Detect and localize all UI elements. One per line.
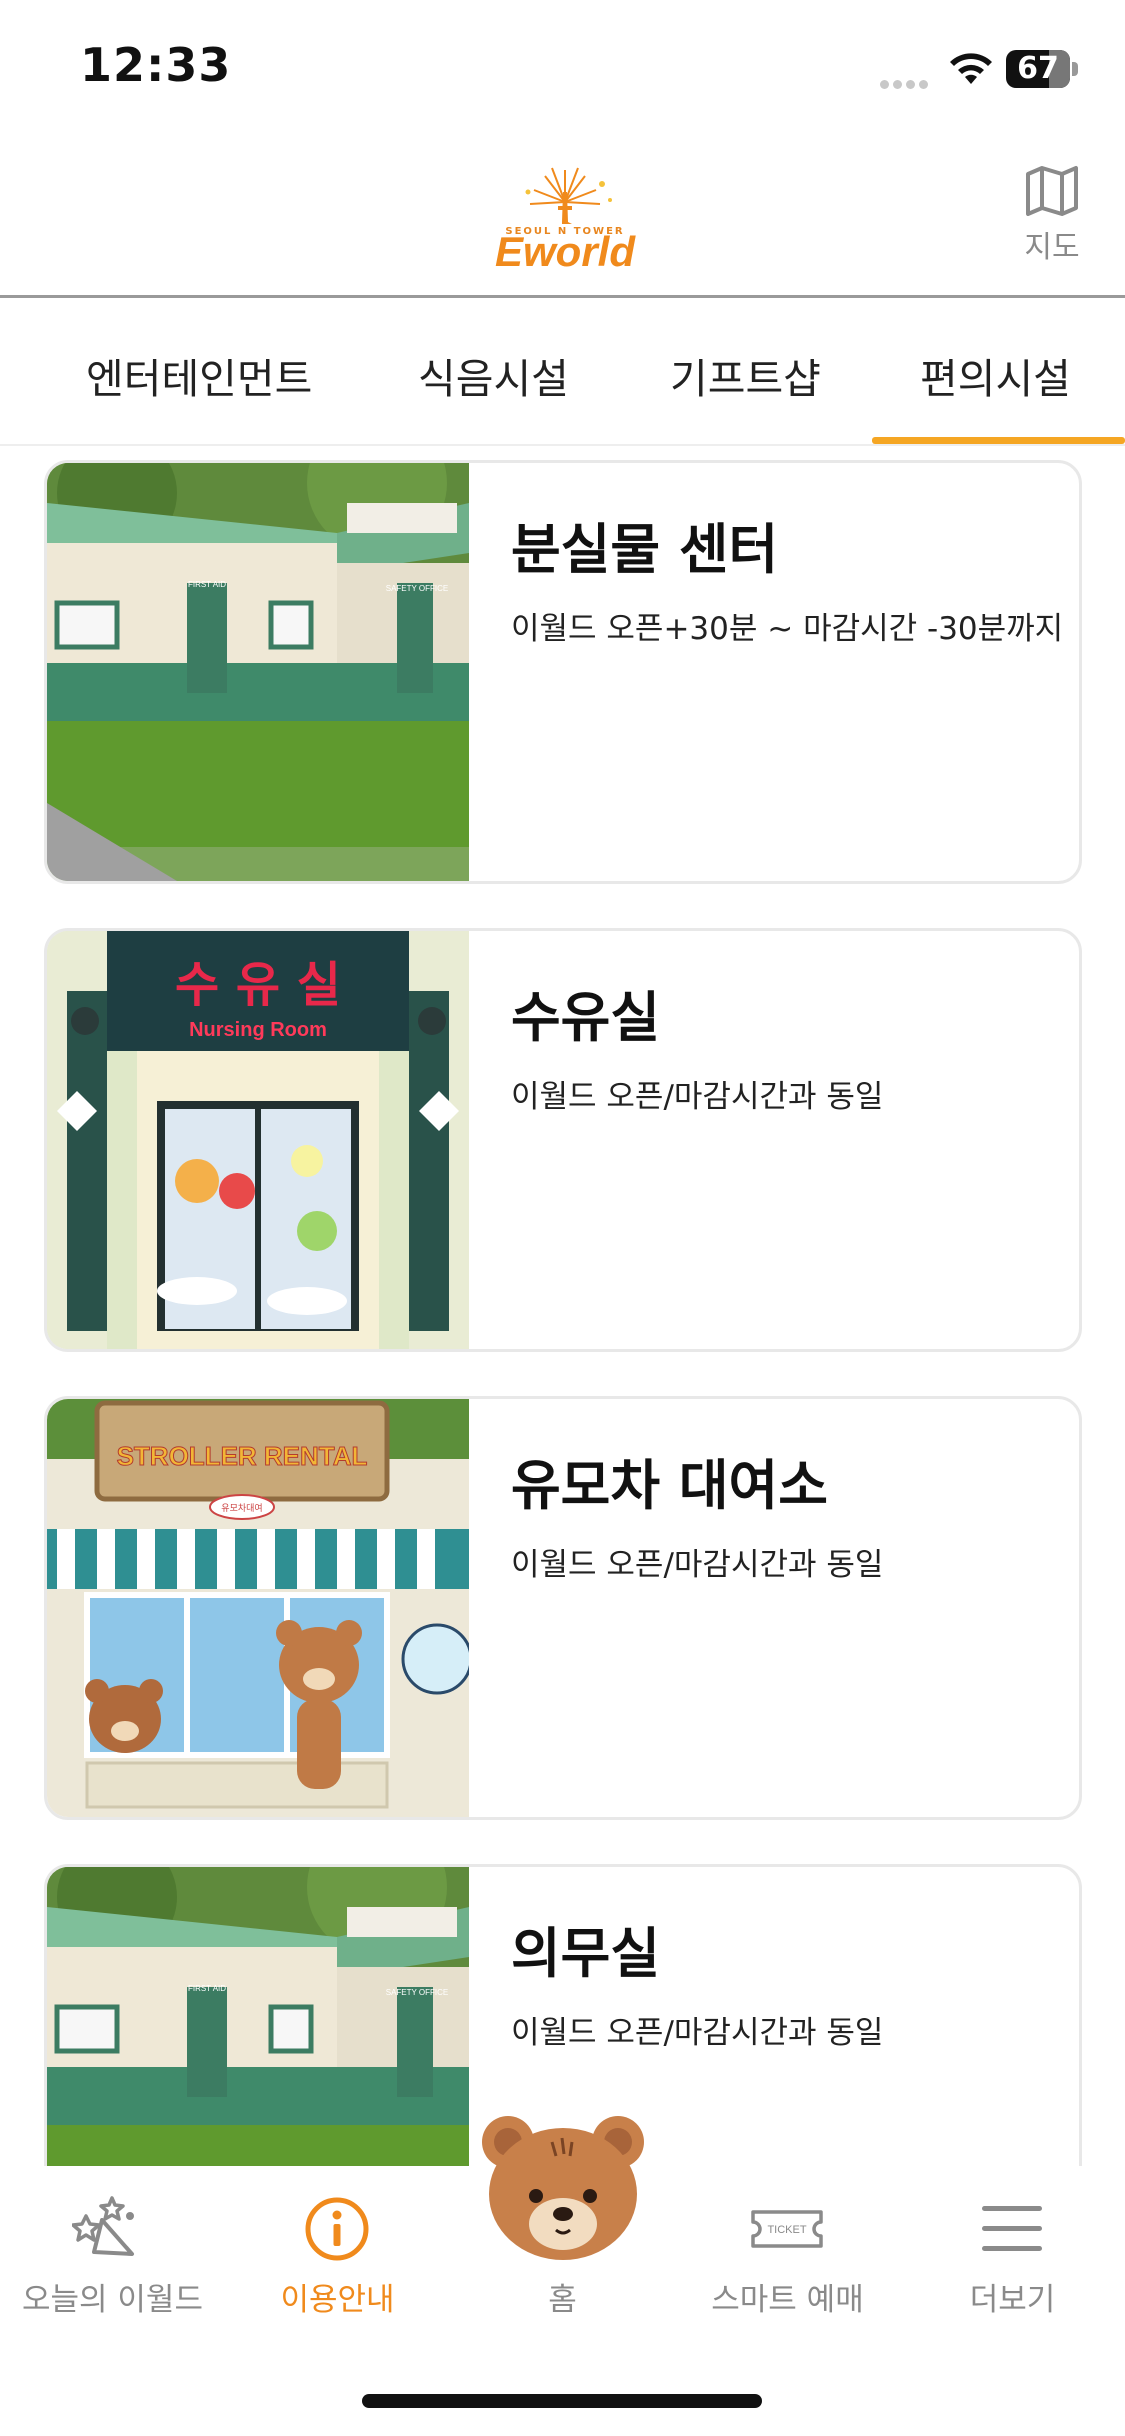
facility-title: 수유실 xyxy=(511,986,661,1049)
nav-home[interactable]: 홈 xyxy=(450,2116,675,2326)
facility-list[interactable]: FIRST AID SAFETY OFFICE 분실물 센터 이월드 오픈+30… xyxy=(0,448,1125,2166)
info-icon xyxy=(305,2197,369,2261)
logo-text: Eworld xyxy=(494,228,635,275)
nursing-room-image: 수 유 실 Nursing Room xyxy=(47,931,469,1349)
bear-home-icon xyxy=(482,2116,644,2260)
nav-more[interactable]: 더보기 xyxy=(900,2166,1125,2326)
safety-office-sign: SAFETY OFFICE xyxy=(386,1988,449,1997)
battery-level: 67 xyxy=(1017,51,1059,86)
nav-label: 스마트 예매 xyxy=(711,2282,864,2318)
nav-label: 더보기 xyxy=(969,2282,1056,2318)
nav-label: 이용안내 xyxy=(280,2282,395,2318)
active-tab-indicator xyxy=(872,437,1125,444)
battery-tip xyxy=(1072,62,1078,76)
stroller-rental-image: STROLLER RENTAL 유모차대여 xyxy=(47,1399,469,1817)
lost-and-found-image: FIRST AID SAFETY OFFICE xyxy=(47,463,469,881)
category-tabs: 엔터테인먼트 식음시설 기프트샵 편의시설 xyxy=(0,301,1125,446)
facility-hours: 이월드 오픈/마감시간과 동일 xyxy=(511,1547,884,1583)
tab-food[interactable]: 식음시설 xyxy=(418,345,569,405)
facility-card-lost-and-found[interactable]: FIRST AID SAFETY OFFICE 분실물 센터 이월드 오픈+30… xyxy=(44,460,1082,884)
status-bar: 12:33 67 xyxy=(0,0,1125,140)
party-icon xyxy=(72,2196,134,2256)
nav-smart-booking[interactable]: TICKET 스마트 예매 xyxy=(675,2166,900,2326)
wifi-icon xyxy=(950,53,992,84)
ticket-icon-text: TICKET xyxy=(767,2224,806,2236)
map-button[interactable]: 지도 xyxy=(1010,164,1094,274)
tab-gift-shop[interactable]: 기프트샵 xyxy=(670,345,821,405)
app-header: SEOUL N TOWER Eworld 지도 xyxy=(0,140,1125,298)
nursing-korean-sign: 수 유 실 xyxy=(175,957,341,1013)
nav-label: 홈 xyxy=(548,2282,577,2318)
facility-hours: 이월드 오픈+30분 ~ 마감시간 -30분까지 xyxy=(511,611,1064,647)
menu-icon xyxy=(982,2206,1042,2251)
facility-title: 의무실 xyxy=(511,1922,661,1985)
tab-entertainment[interactable]: 엔터테인먼트 xyxy=(86,345,312,405)
nav-today-eworld[interactable]: 오늘의 이월드 xyxy=(0,2166,225,2326)
facility-hours: 이월드 오픈/마감시간과 동일 xyxy=(511,1079,884,1115)
nursing-english-sign: Nursing Room xyxy=(189,1019,327,1041)
first-aid-sign: FIRST AID xyxy=(188,580,226,589)
facility-title: 유모차 대여소 xyxy=(511,1454,828,1517)
cellular-signal-icon xyxy=(880,74,932,93)
nav-guide[interactable]: 이용안내 xyxy=(225,2166,450,2326)
tab-convenience[interactable]: 편의시설 xyxy=(920,345,1071,405)
stroller-rental-sign: STROLLER RENTAL xyxy=(117,1441,368,1471)
facility-hours: 이월드 오픈/마감시간과 동일 xyxy=(511,2015,884,2051)
nav-label: 오늘의 이월드 xyxy=(22,2282,203,2318)
facility-title: 분실물 센터 xyxy=(511,518,779,581)
stroller-small-sign: 유모차대여 xyxy=(221,1502,262,1514)
infirmary-image: FIRST AID SAFETY OFFICE xyxy=(47,1867,469,2166)
facility-card-stroller-rental[interactable]: STROLLER RENTAL 유모차대여 유모차 대여소 이월드 오픈/마감시… xyxy=(44,1396,1082,1820)
home-indicator[interactable] xyxy=(362,2394,762,2408)
map-label: 지도 xyxy=(1024,230,1080,265)
battery-icon: 67 xyxy=(1006,50,1070,88)
status-time: 12:33 xyxy=(80,38,232,92)
safety-office-sign: SAFETY OFFICE xyxy=(386,584,449,593)
facility-card-nursing-room[interactable]: 수 유 실 Nursing Room 수유실 이월드 오픈/마감시간과 동일 xyxy=(44,928,1082,1352)
ticket-icon: TICKET xyxy=(751,2210,823,2248)
map-icon xyxy=(1026,166,1078,216)
first-aid-sign: FIRST AID xyxy=(188,1984,226,1993)
